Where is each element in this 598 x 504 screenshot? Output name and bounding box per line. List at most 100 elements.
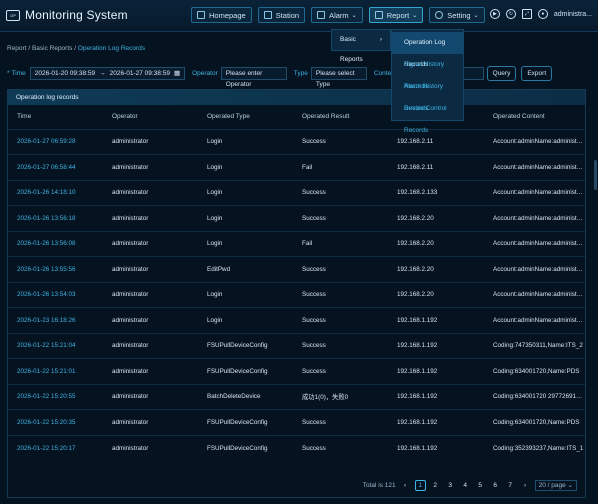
fullscreen-icon[interactable]: ⤢ [521, 9, 532, 19]
app-logo[interactable]: OP Monitoring System [6, 8, 128, 22]
page-5[interactable]: 5 [475, 480, 486, 491]
table-row[interactable]: 2026-01-22 15:20:17 administrator FSUPullD… [8, 435, 585, 461]
table-row[interactable]: 2026-01-27 06:59:28 administrator Login Suc… [8, 129, 585, 155]
nav-alarm[interactable]: Alarm ⌄ [311, 7, 363, 23]
cell-operated-type: FSUPullDeviceConfig [207, 444, 268, 452]
cell-time: 2026-01-22 15:20:17 [17, 444, 76, 452]
next-page-button[interactable]: › [520, 480, 531, 491]
calendar-icon: ▦ [173, 70, 181, 77]
export-button[interactable]: Export [521, 65, 553, 81]
cell-operated-content: Account:adminName:administrator [493, 316, 585, 324]
nav-report[interactable]: Report ⌄ [368, 7, 424, 23]
table-row[interactable]: 2026-01-22 15:21:01 administrator FSUPullD… [8, 358, 585, 385]
cell-operated-content: Account:adminName:administrator [493, 138, 585, 146]
play-icon[interactable]: ▶ [489, 9, 500, 19]
table-row[interactable]: 2026-01-22 15:20:35 administrator FSUPullD… [8, 409, 585, 436]
nav-homepage[interactable]: Homepage [191, 7, 252, 23]
basic-reports-submenu: Operation Log Records Signal History Rec… [391, 29, 464, 134]
table-row[interactable]: 2026-01-26 13:56:18 administrator Login Suc… [8, 205, 585, 232]
time-label: Time [11, 69, 26, 77]
col-operated-type: Operated Type [207, 113, 250, 121]
table-row[interactable]: 2026-01-22 15:21:04 administrator FSUPullD… [8, 333, 585, 359]
cell-operated-type: Login [207, 138, 223, 146]
page-3[interactable]: 3 [445, 480, 456, 491]
nav-station[interactable]: Station [257, 7, 306, 23]
cell-operator: administrator [112, 163, 149, 171]
col-operated-result: Operated Result [302, 113, 350, 121]
cell-operated-result: Success [302, 138, 326, 146]
cell-time: 2026-01-27 06:59:28 [17, 138, 76, 146]
cell-operated-type: Login [207, 291, 223, 299]
cell-access-ip: 192.168.2.20 [397, 291, 434, 299]
cell-operated-result: Success [302, 418, 326, 426]
cell-operated-result: Success [302, 367, 326, 375]
log-table-panel: Operation log records Time Operator Oper… [7, 89, 586, 498]
user-avatar-icon[interactable]: ● [537, 9, 548, 19]
menu-item-basic-reports[interactable]: Basic Reports › [332, 30, 390, 70]
table-row[interactable]: 2026-01-22 15:20:55 administrator BatchDel… [8, 384, 585, 410]
cell-operator: administrator [112, 291, 149, 299]
cell-operator: administrator [112, 189, 149, 197]
cell-operated-result: Success [302, 316, 326, 324]
time-range-picker[interactable]: 2026-01-20 09:38:59 → 2026-01-27 09:38:5… [29, 66, 186, 80]
chevron-down-icon: ⌄ [412, 12, 418, 19]
user-name[interactable]: administra... [554, 11, 592, 18]
cell-operated-type: Login [207, 316, 223, 324]
cell-operator: administrator [112, 138, 149, 146]
cell-access-ip: 192.168.1.192 [397, 418, 438, 426]
table-row[interactable]: 2026-01-26 13:56:08 administrator Login Fai… [8, 231, 585, 257]
cell-operated-content: Account:adminName:administrator [493, 265, 585, 273]
home-icon [197, 11, 205, 19]
cell-operated-type: Login [207, 214, 223, 222]
refresh-icon[interactable]: ↻ [505, 9, 516, 19]
cell-access-ip: 192.168.1.192 [397, 444, 438, 452]
chevron-down-icon: ⌄ [473, 12, 479, 19]
cell-access-ip: 192.168.1.192 [397, 316, 438, 324]
table-row[interactable]: 2026-01-23 16:18:26 administrator Login Suc… [8, 307, 585, 334]
page-6[interactable]: 6 [490, 480, 501, 491]
page-7[interactable]: 7 [505, 480, 516, 491]
menu-item-device-control-records[interactable]: Device Control Records [392, 98, 463, 134]
cell-time: 2026-01-22 15:20:55 [17, 393, 76, 401]
cell-operated-content: Coding:634001720,Name:PDS [493, 367, 580, 375]
cell-access-ip: 192.168.2.20 [397, 214, 434, 222]
cell-access-ip: 192.168.1.192 [397, 393, 438, 401]
menu-item-alarm-history-records[interactable]: Alarm History Records [392, 76, 463, 112]
page-4[interactable]: 4 [460, 480, 471, 491]
cell-time: 2026-01-27 06:58:44 [17, 163, 76, 171]
report-icon [374, 11, 383, 19]
cell-access-ip: 192.168.2.11 [397, 163, 434, 171]
cell-operator: administrator [112, 444, 149, 452]
log-table: Time Operator Operated Type Operated Res… [8, 105, 585, 461]
panel-title: Operation log records [8, 90, 585, 105]
cell-operated-content: Coding:634001720 297726917,Na... [493, 393, 585, 401]
nav-setting[interactable]: Setting ⌄ [429, 7, 485, 23]
table-row[interactable]: 2026-01-26 13:55:56 administrator EditPwd S… [8, 256, 585, 283]
pagination: Total is 121 ‹ 1 2 3 4 5 6 7 › 20 / page… [363, 480, 577, 491]
cell-operated-result: Fail [302, 240, 313, 248]
total-count: Total is 121 [362, 482, 396, 489]
main-nav: Homepage Station Alarm ⌄ Report ⌄ Settin… [191, 7, 485, 23]
operator-input[interactable]: Please enter Operator [220, 66, 287, 88]
table-row[interactable]: 2026-01-26 13:54:03 administrator Login Suc… [8, 282, 585, 308]
operator-label: Operator [192, 69, 218, 77]
menu-item-operation-log-records[interactable]: Operation Log Records [392, 32, 463, 68]
page-2[interactable]: 2 [430, 480, 441, 491]
table-row[interactable]: 2026-01-27 06:58:44 administrator Login Fai… [8, 154, 585, 181]
top-header: OP Monitoring System Homepage Station Al… [0, 0, 598, 32]
menu-item-signal-history-records[interactable]: Signal History Records [392, 54, 463, 90]
table-row[interactable]: 2026-01-26 14:18:10 administrator Login Suc… [8, 180, 585, 206]
cell-access-ip: 192.168.2.133 [397, 189, 438, 197]
cell-operated-content: Account:adminName:administrator [493, 189, 585, 197]
cell-operated-content: Coding:747350311,Name:ITS_2 [493, 342, 583, 350]
app-title: Monitoring System [25, 8, 128, 22]
scrollbar[interactable] [594, 160, 597, 190]
page-size-select[interactable]: 20 / page ⌄ [534, 480, 577, 491]
col-operator: Operator [112, 113, 138, 121]
cell-operated-result: Success [302, 444, 326, 452]
page-1[interactable]: 1 [414, 480, 426, 491]
query-button[interactable]: Query [486, 65, 517, 81]
cell-operated-type: Login [207, 240, 223, 248]
prev-page-button[interactable]: ‹ [400, 480, 411, 491]
cell-operated-result: Fail [302, 163, 313, 171]
